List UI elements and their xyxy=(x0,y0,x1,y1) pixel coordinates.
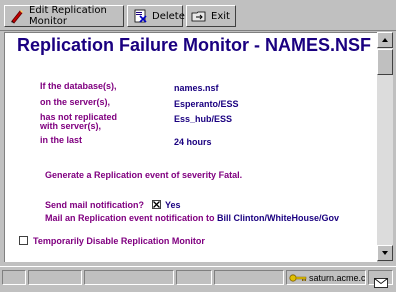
status-segment-3 xyxy=(84,270,174,285)
edit-replication-monitor-button[interactable]: Edit Replication Monitor xyxy=(4,5,124,27)
mail-notification-line: Mail an Replication event notification t… xyxy=(45,213,339,223)
pencil-icon xyxy=(9,8,25,24)
status-segment-2 xyxy=(28,270,82,285)
field-label-replicated-with: has not replicated with server(s), xyxy=(40,112,118,131)
event-severity: Fatal xyxy=(218,170,240,180)
key-icon xyxy=(289,273,307,283)
vertical-scrollbar[interactable] xyxy=(377,32,393,261)
mail-recipient: Bill Clinton/WhiteHouse/Gov xyxy=(217,213,340,223)
server-name: saturn.acme.c xyxy=(309,272,366,283)
mail-prefix: Mail an Replication event notification t… xyxy=(45,213,215,223)
mail-status[interactable] xyxy=(368,270,393,288)
disable-monitor-label: Temporarily Disable Replication Monitor xyxy=(33,236,205,246)
field-value-database: names.nsf xyxy=(174,83,219,93)
field-label-database: If the database(s), xyxy=(40,81,117,91)
scroll-thumb[interactable] xyxy=(377,49,393,75)
server-status[interactable]: saturn.acme.c xyxy=(286,270,366,285)
exit-folder-icon xyxy=(191,8,207,24)
field-value-replicated-with: Ess_hub/ESS xyxy=(174,114,233,124)
page-title: Replication Failure Monitor - NAMES.NSF xyxy=(17,35,372,55)
field-value-time-period: 24 hours xyxy=(174,137,212,147)
send-mail-value: Yes xyxy=(165,200,181,210)
event-prefix: Generate a Replication event of severity xyxy=(45,170,217,180)
event-severity-line: Generate a Replication event of severity… xyxy=(45,170,243,180)
field-label-time-period: in the last xyxy=(40,135,83,145)
status-bar: saturn.acme.c xyxy=(0,266,396,288)
status-segment-1 xyxy=(2,270,26,285)
edit-label: Edit Replication Monitor xyxy=(29,5,107,27)
delete-button[interactable]: Delete xyxy=(127,5,185,27)
status-segment-5 xyxy=(214,270,284,285)
status-segment-4 xyxy=(176,270,212,285)
action-bar: Edit Replication Monitor Delete Exit xyxy=(0,0,396,31)
field-label-server: on the server(s), xyxy=(40,97,111,107)
exit-button[interactable]: Exit xyxy=(186,5,236,27)
scroll-up-button[interactable] xyxy=(377,32,393,48)
send-mail-checkbox[interactable] xyxy=(152,200,161,209)
disable-monitor-checkbox[interactable] xyxy=(19,236,28,245)
send-mail-label: Send mail notification? xyxy=(45,200,145,210)
field-value-server: Esperanto/ESS xyxy=(174,99,239,109)
exit-label: Exit xyxy=(211,10,230,22)
document-body: Replication Failure Monitor - NAMES.NSF … xyxy=(4,32,377,262)
delete-document-icon xyxy=(132,8,148,24)
delete-label: Delete xyxy=(152,10,185,22)
scroll-down-button[interactable] xyxy=(377,245,393,261)
envelope-icon xyxy=(373,273,388,288)
